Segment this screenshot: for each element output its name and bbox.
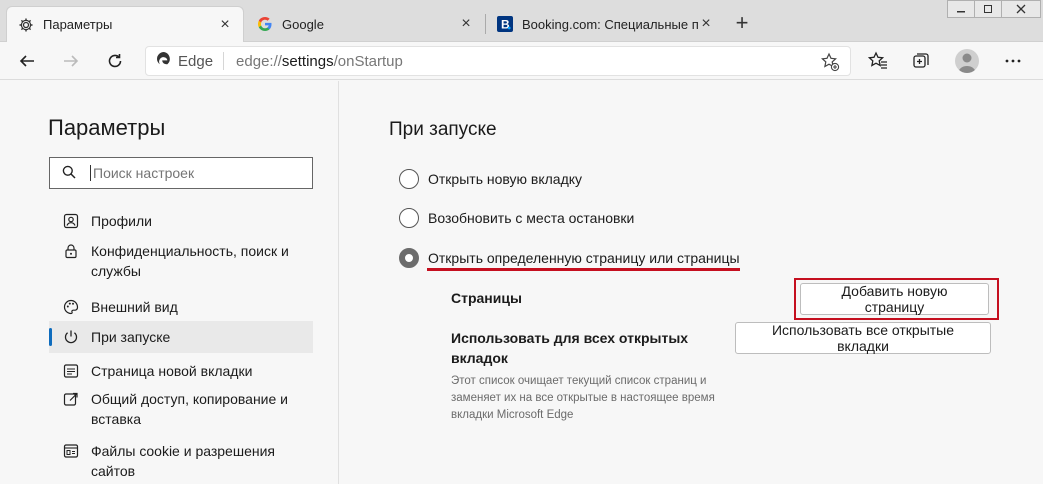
svg-text:B: B <box>501 18 510 32</box>
radio-label: Возобновить с места остановки <box>428 210 635 226</box>
radio-label: Открыть новую вкладку <box>428 171 583 187</box>
edge-chip-label: Edge <box>178 52 214 70</box>
startup-option-new-tab[interactable]: Открыть новую вкладку <box>399 169 582 189</box>
close-icon[interactable]: × <box>217 16 233 33</box>
sidebar-item-new-tab-page[interactable]: Страница новой вкладки <box>49 353 313 385</box>
arrow-left-icon <box>19 55 34 67</box>
favorites-star-icon <box>868 51 887 69</box>
star-add-icon <box>821 52 840 72</box>
tab-title: Google <box>282 16 324 32</box>
red-highlight-box-annotation <box>794 278 999 320</box>
use-all-tabs-description: Этот список очищает текущий список стран… <box>451 375 715 421</box>
page-title: Параметры <box>48 115 166 140</box>
palette-icon <box>63 299 79 315</box>
sidebar-item-label: Профили <box>91 213 152 229</box>
refresh-button[interactable] <box>101 47 129 75</box>
radio-button[interactable] <box>399 169 419 189</box>
refresh-icon <box>108 54 122 68</box>
more-dots-icon <box>1005 59 1021 63</box>
radio-button-checked[interactable] <box>399 248 419 268</box>
google-g-icon <box>256 15 274 33</box>
tab-title: Booking.com: Специальные пре <box>522 16 698 32</box>
search-input[interactable] <box>90 165 290 181</box>
sidebar-item-label: Внешний вид <box>91 299 178 315</box>
sidebar-item-label: Конфиденциальность, поиск и службы <box>91 243 289 279</box>
lock-icon <box>65 244 77 259</box>
favorites-button[interactable] <box>864 47 892 75</box>
tab-strip: Параметры × Google × B Booking.com: Спец… <box>0 0 1043 42</box>
sidebar-item-label: Общий доступ, копирование и вставка <box>91 391 288 427</box>
tab-title: Параметры <box>43 17 113 32</box>
edge-logo-icon <box>156 51 172 71</box>
use-all-open-tabs-button[interactable]: Использовать все открытые вкладки <box>735 322 991 354</box>
newtab-page-icon <box>63 364 79 378</box>
sidebar-item-profiles[interactable]: Профили <box>49 205 313 237</box>
forward-button[interactable] <box>57 47 85 75</box>
tab-booking[interactable]: B Booking.com: Специальные пре × <box>486 6 724 42</box>
radio-button[interactable] <box>399 208 419 228</box>
booking-b-icon: B <box>496 15 514 33</box>
url-text: edge://settings/onStartup <box>236 52 403 70</box>
share-icon <box>63 392 78 406</box>
sidebar-item-appearance[interactable]: Внешний вид <box>49 289 313 321</box>
tab-settings[interactable]: Параметры × <box>6 6 244 42</box>
pages-label: Страницы <box>451 290 522 306</box>
new-tab-button[interactable]: + <box>730 12 754 36</box>
toolbar: Edge edge://settings/onStartup <box>0 42 1043 80</box>
profile-icon <box>63 213 79 229</box>
window-controls <box>947 0 1041 20</box>
tab-google[interactable]: Google × <box>246 6 484 42</box>
radio-label: Открыть определенную страницу или страни… <box>428 250 740 266</box>
sidebar-item-label: Страница новой вкладки <box>91 363 253 379</box>
avatar[interactable] <box>955 49 979 73</box>
back-button[interactable] <box>13 47 41 75</box>
sidebar-item-share-copy-paste[interactable]: Общий доступ, копирование и вставка <box>49 385 313 437</box>
edge-chip: Edge <box>146 51 225 71</box>
power-icon <box>64 330 78 344</box>
collections-button[interactable] <box>907 47 935 75</box>
more-menu-button[interactable] <box>999 47 1027 75</box>
use-all-tabs-label: Использовать для всех открытых вкладок <box>451 330 689 366</box>
startup-option-specific-pages[interactable]: Открыть определенную страницу или страни… <box>399 248 740 268</box>
collections-icon <box>913 53 929 68</box>
sidebar-item-privacy[interactable]: Конфиденциальность, поиск и службы <box>49 237 313 289</box>
sidebar-nav: Профили Конфиденциальность, поиск и служ… <box>49 205 313 484</box>
close-icon[interactable]: × <box>698 16 714 32</box>
search-icon <box>62 165 76 182</box>
close-icon[interactable]: × <box>458 16 474 32</box>
gear-icon <box>17 16 35 34</box>
close-window-button[interactable] <box>1001 0 1041 18</box>
add-favorite-button[interactable] <box>820 52 840 75</box>
startup-option-continue[interactable]: Возобновить с места остановки <box>399 208 634 228</box>
settings-sidebar: Параметры Профили Конфиденциальность, по… <box>0 81 339 484</box>
address-bar[interactable]: Edge edge://settings/onStartup <box>145 46 851 76</box>
sidebar-item-on-startup[interactable]: При запуске <box>49 321 313 353</box>
arrow-right-icon <box>64 55 79 67</box>
restore-button[interactable] <box>974 0 1002 18</box>
cookie-icon <box>63 444 79 458</box>
sidebar-item-cookies[interactable]: Файлы cookie и разрешения сайтов <box>49 437 313 484</box>
red-underline-annotation <box>427 268 740 271</box>
settings-search[interactable] <box>49 157 313 189</box>
minimize-button[interactable] <box>947 0 975 18</box>
section-heading: При запуске <box>389 119 497 140</box>
sidebar-item-label: При запуске <box>91 329 171 345</box>
sidebar-item-label: Файлы cookie и разрешения сайтов <box>91 443 275 479</box>
